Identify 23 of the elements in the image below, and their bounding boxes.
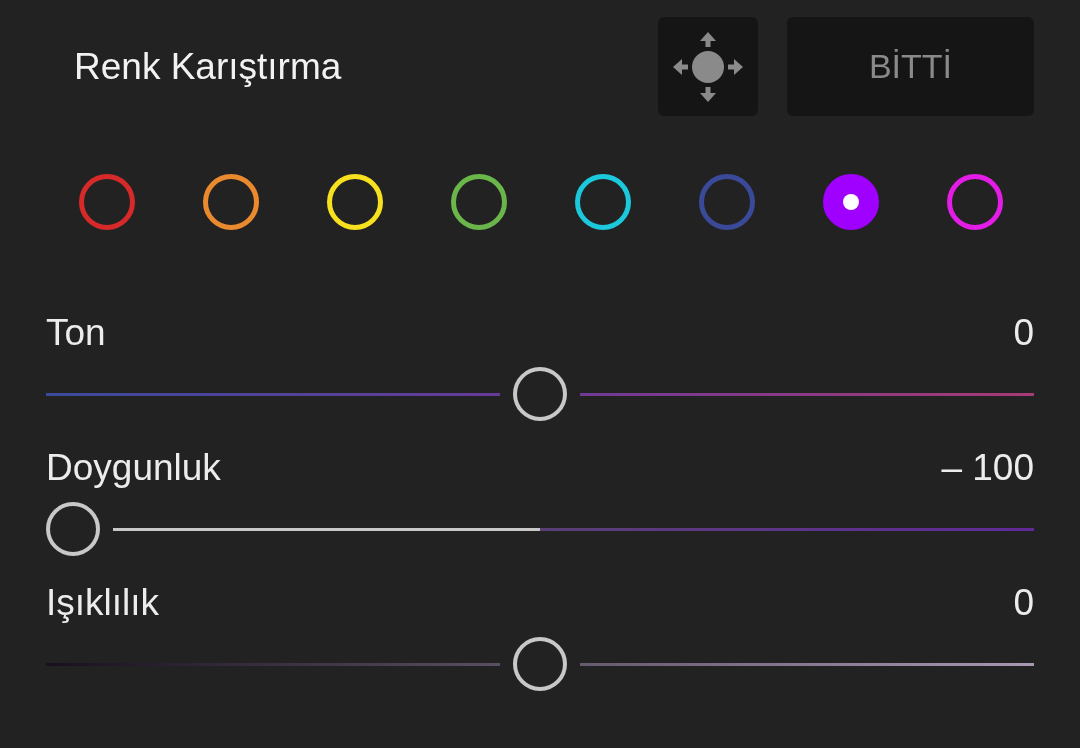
slider-track[interactable] [46, 367, 1034, 421]
slider-thumb[interactable] [513, 367, 567, 421]
color-swatch-icon[interactable] [947, 174, 1003, 230]
slider-thumb[interactable] [46, 502, 100, 556]
slider-track[interactable] [46, 502, 1034, 556]
slider-thumb[interactable] [513, 637, 567, 691]
slider-label: Işıklılık [46, 581, 160, 625]
move-icon [673, 31, 743, 102]
slider-label: Doygunluk [46, 446, 221, 490]
slider-value: 0 [1013, 581, 1034, 625]
color-swatch-icon[interactable] [699, 174, 755, 230]
color-swatch-icon[interactable] [575, 174, 631, 230]
panel-title: Renk Karıştırma [74, 45, 343, 88]
done-button[interactable]: BİTTİ [787, 17, 1034, 116]
move-button[interactable] [658, 17, 758, 116]
color-swatch-icon[interactable] [203, 174, 259, 230]
color-swatch-icon[interactable] [823, 174, 879, 230]
slider-value: 0 [1013, 311, 1034, 355]
slider-value: – 100 [941, 446, 1034, 490]
color-swatch-icon[interactable] [451, 174, 507, 230]
slider-label: Ton [46, 311, 106, 355]
color-swatch-icon[interactable] [79, 174, 135, 230]
slider-track[interactable] [46, 637, 1034, 691]
